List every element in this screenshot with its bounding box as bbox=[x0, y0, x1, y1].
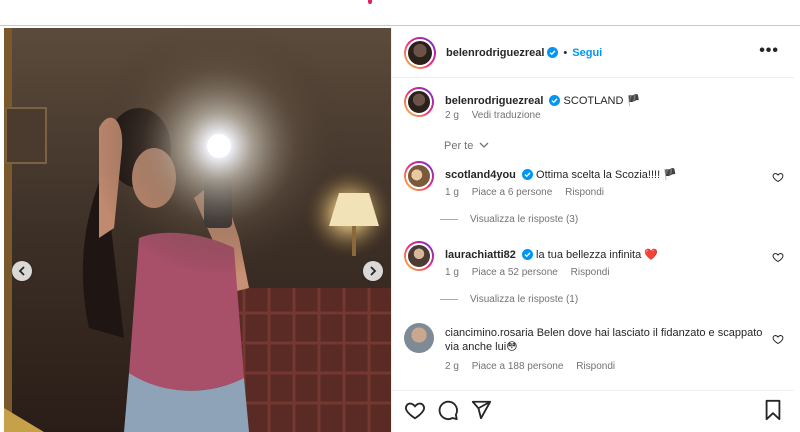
share-icon[interactable] bbox=[470, 399, 492, 421]
browser-top-bar bbox=[0, 0, 800, 27]
replies-divider bbox=[440, 219, 458, 220]
like-comment-heart-icon[interactable] bbox=[772, 171, 784, 183]
sort-label: Per te bbox=[444, 140, 474, 152]
top-divider bbox=[0, 25, 800, 26]
comment-sort-dropdown[interactable]: Per te bbox=[444, 140, 489, 152]
comment-body: scotland4you Ottima scelta la Scozia!!!!… bbox=[445, 168, 765, 182]
reply-button[interactable]: Rispondi bbox=[576, 361, 615, 372]
like-comment-heart-icon[interactable] bbox=[772, 333, 784, 345]
previous-photo-button[interactable] bbox=[12, 261, 32, 281]
view-replies-button[interactable]: Visualizza le risposte (1) bbox=[440, 294, 578, 305]
author-username[interactable]: belenrodriguezreal bbox=[446, 47, 544, 59]
verified-badge-icon bbox=[549, 95, 561, 106]
caption-text: SCOTLAND 🏴 bbox=[563, 95, 641, 107]
comment-time: 1 g bbox=[445, 267, 459, 278]
replies-divider bbox=[440, 299, 458, 300]
comment-meta: 1 g Piace a 6 persone Rispondi bbox=[445, 187, 614, 198]
bookmark-icon[interactable] bbox=[762, 399, 784, 421]
comment-likes[interactable]: Piace a 52 persone bbox=[472, 267, 558, 278]
comment-time: 1 g bbox=[445, 187, 459, 198]
mirror-selfie-image bbox=[4, 28, 391, 432]
comment-item: laurachiatti82 la tua bellezza infinita … bbox=[404, 241, 784, 311]
view-replies-label: Visualizza le risposte (3) bbox=[470, 214, 579, 225]
caption-body: belenrodriguezreal SCOTLAND 🏴 bbox=[445, 94, 765, 108]
chevron-left-icon bbox=[18, 266, 25, 276]
post-photo[interactable] bbox=[4, 28, 391, 432]
post-header: belenrodriguezreal • Segui ••• bbox=[392, 28, 794, 78]
like-comment-heart-icon[interactable] bbox=[772, 251, 784, 263]
notification-mark bbox=[368, 0, 372, 4]
caption-avatar[interactable] bbox=[404, 87, 434, 117]
follow-button[interactable]: Segui bbox=[572, 47, 602, 59]
caption-username[interactable]: belenrodriguezreal bbox=[445, 95, 543, 107]
post-action-bar bbox=[392, 390, 794, 432]
verified-badge-icon bbox=[521, 169, 533, 180]
comment-username[interactable]: ciancimino.rosaria bbox=[445, 327, 534, 339]
comment-username[interactable]: scotland4you bbox=[445, 169, 516, 181]
commenter-avatar[interactable] bbox=[404, 323, 434, 353]
chevron-right-icon bbox=[370, 266, 377, 276]
see-translation-link[interactable]: Vedi traduzione bbox=[472, 110, 541, 121]
comment-meta: 1 g Piace a 52 persone Rispondi bbox=[445, 267, 620, 278]
reply-button[interactable]: Rispondi bbox=[571, 267, 610, 278]
caption-time: 2 g bbox=[445, 110, 459, 121]
caption-meta: 2 g Vedi traduzione bbox=[445, 110, 551, 121]
next-photo-button[interactable] bbox=[363, 261, 383, 281]
comment-text: Ottima scelta la Scozia!!!! 🏴 bbox=[536, 169, 677, 181]
comment-item: ciancimino.rosaria Belen dove hai lascia… bbox=[404, 323, 784, 383]
heart-icon[interactable] bbox=[404, 399, 426, 421]
verified-badge-icon bbox=[547, 47, 559, 58]
more-options-button[interactable]: ••• bbox=[759, 43, 779, 59]
comment-body: ciancimino.rosaria Belen dove hai lascia… bbox=[445, 326, 765, 354]
commenter-avatar[interactable] bbox=[404, 161, 434, 191]
comment-likes[interactable]: Piace a 188 persone bbox=[472, 361, 564, 372]
comment-username[interactable]: laurachiatti82 bbox=[445, 249, 516, 261]
comment-body: laurachiatti82 la tua bellezza infinita … bbox=[445, 248, 765, 262]
dot-separator: • bbox=[563, 46, 568, 59]
view-replies-button[interactable]: Visualizza le risposte (3) bbox=[440, 214, 578, 225]
post-modal: belenrodriguezreal • Segui ••• belenrodr… bbox=[4, 28, 794, 432]
comment-meta: 2 g Piace a 188 persone Rispondi bbox=[445, 361, 625, 372]
post-side-panel: belenrodriguezreal • Segui ••• belenrodr… bbox=[391, 28, 794, 432]
view-replies-label: Visualizza le risposte (1) bbox=[470, 294, 579, 305]
reply-button[interactable]: Rispondi bbox=[565, 187, 604, 198]
comment-time: 2 g bbox=[445, 361, 459, 372]
commenter-avatar[interactable] bbox=[404, 241, 434, 271]
verified-badge-icon bbox=[521, 249, 533, 260]
comment-item: scotland4you Ottima scelta la Scozia!!!!… bbox=[404, 161, 784, 231]
comment-likes[interactable]: Piace a 6 persone bbox=[472, 187, 553, 198]
comment-icon[interactable] bbox=[437, 399, 459, 421]
comment-text: la tua bellezza infinita ❤️ bbox=[536, 249, 658, 261]
chevron-down-icon bbox=[479, 142, 489, 148]
author-avatar[interactable] bbox=[404, 36, 436, 69]
